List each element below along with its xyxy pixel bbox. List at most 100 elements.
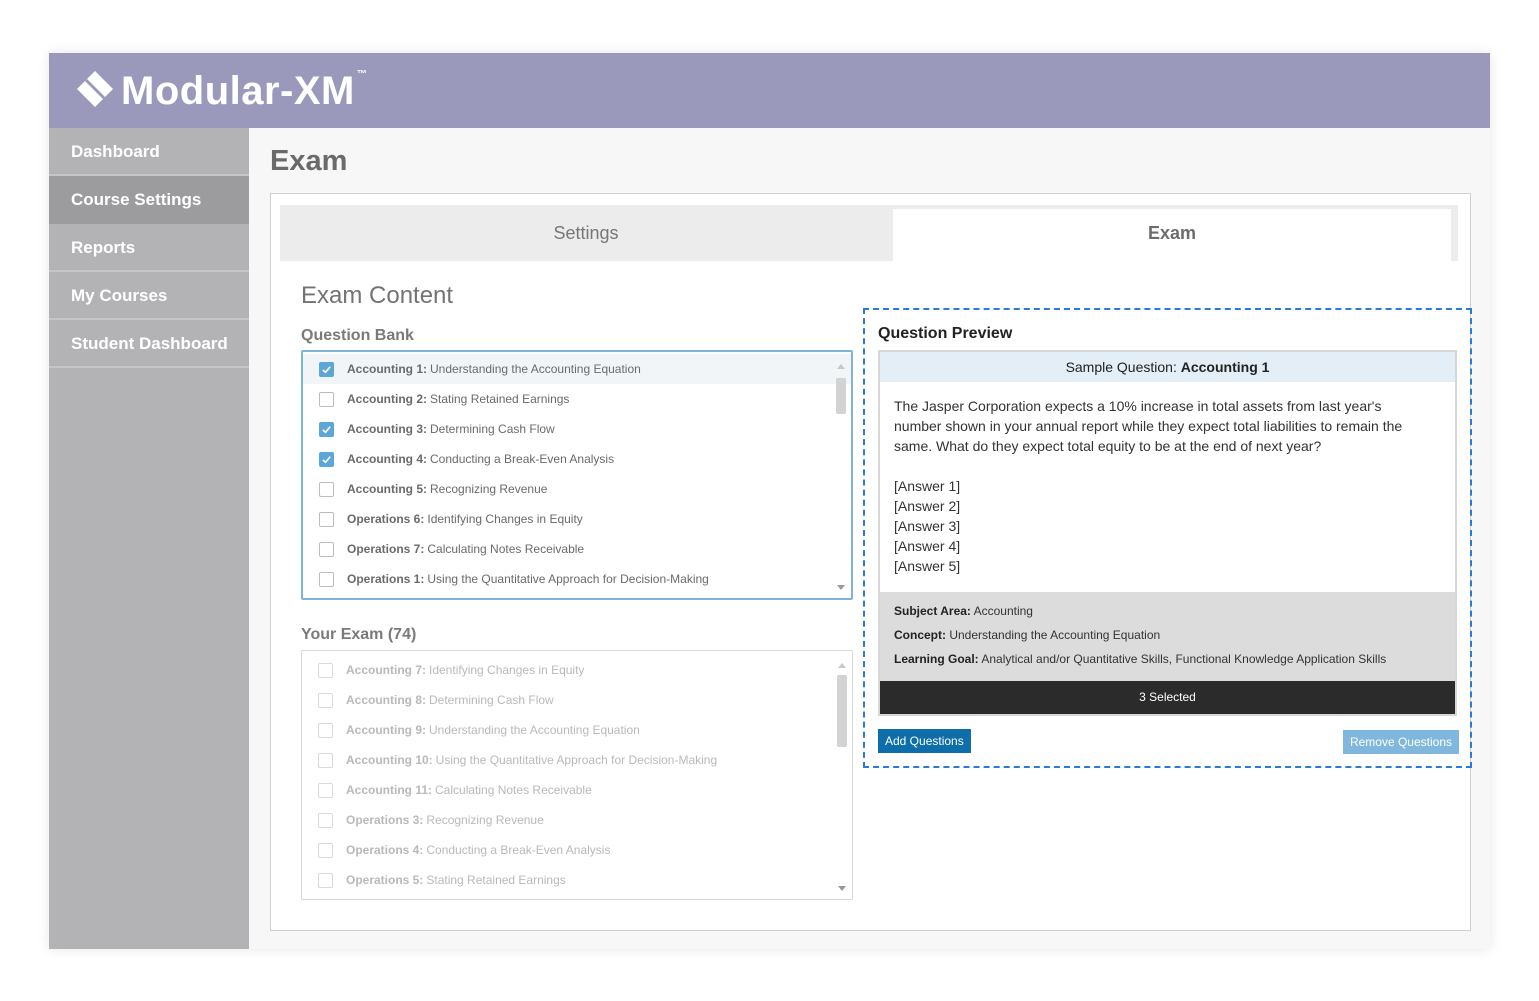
- scroll-down-arrow-icon[interactable]: [838, 886, 846, 891]
- question-title: Determining Cash Flow: [429, 693, 554, 707]
- diamond-logo-icon: [73, 67, 117, 116]
- checkbox-icon[interactable]: [319, 541, 334, 557]
- page-title: Exam: [270, 145, 348, 177]
- question-title: Identifying Changes in Equity: [429, 663, 585, 677]
- question-id: Operations 6:: [347, 512, 425, 526]
- question-bank-list[interactable]: Accounting 1: Understanding the Accountin…: [301, 350, 853, 600]
- question-title: Understanding the Accounting Equation: [430, 362, 641, 376]
- trademark-symbol: ™: [356, 69, 367, 80]
- your-exam-list[interactable]: Accounting 7: Identifying Changes in Equi…: [301, 650, 853, 900]
- scroll-thumb[interactable]: [836, 378, 846, 414]
- preview-header-prefix: Sample Question:: [1065, 359, 1177, 375]
- question-id: Accounting 11:: [346, 783, 433, 797]
- question-title: Calculating Notes Receivable: [427, 542, 585, 556]
- question-line: same. What do they expect total equity t…: [894, 438, 1322, 454]
- checkbox-icon[interactable]: [318, 812, 333, 828]
- checkbox-icon[interactable]: [319, 571, 334, 587]
- question-line: The Jasper Corporation expects a 10% inc…: [894, 398, 1382, 414]
- learning-goal-value: Analytical and/or Quantitative Skills, F…: [981, 652, 1387, 666]
- preview-header: Sample Question: Accounting 1: [880, 352, 1455, 382]
- scroll-up-arrow-icon[interactable]: [838, 663, 846, 668]
- question-title: Conducting a Break-Even Analysis: [426, 843, 611, 857]
- app-window: Modular-XM ™ Dashboard Course Settings R…: [49, 53, 1490, 949]
- question-title: Stating Retained Earnings: [430, 392, 570, 406]
- remove-questions-button[interactable]: Remove Questions: [1342, 730, 1459, 754]
- list-item[interactable]: Operations 5: Stating Retained Earnings: [302, 865, 852, 895]
- answer-item: [Answer 3]: [894, 518, 961, 534]
- list-item[interactable]: Accounting 1: Understanding the Accountin…: [303, 354, 851, 384]
- checkbox-icon[interactable]: [319, 391, 334, 407]
- checkbox-icon[interactable]: [318, 752, 333, 768]
- sidebar-item-student-dashboard[interactable]: Student Dashboard: [49, 320, 249, 368]
- checkbox-checked-icon[interactable]: [319, 421, 334, 437]
- list-item[interactable]: Operations 4: Conducting a Break-Even Ana…: [302, 835, 852, 865]
- question-title: Recognizing Revenue: [426, 813, 544, 827]
- question-id: Accounting 10:: [346, 753, 433, 767]
- question-id: Accounting 9:: [346, 723, 426, 737]
- question-id: Operations 4:: [346, 843, 424, 857]
- answer-item: [Answer 1]: [894, 478, 961, 494]
- sidebar-item-reports[interactable]: Reports: [49, 224, 249, 272]
- list-item[interactable]: Accounting 9: Understanding the Accountin…: [302, 715, 852, 745]
- question-metadata: Subject Area: Accounting Concept: Unders…: [880, 592, 1455, 681]
- checkbox-icon[interactable]: [318, 842, 333, 858]
- question-preview-area: Question Preview Sample Question: Accoun…: [863, 308, 1472, 768]
- question-id: Accounting 3:: [347, 422, 427, 436]
- question-title: Conducting a Break-Even Analysis: [430, 452, 615, 466]
- checkbox-icon[interactable]: [318, 782, 333, 798]
- list-item[interactable]: Accounting 7: Identifying Changes in Equi…: [302, 655, 852, 685]
- question-id: Accounting 1:: [347, 362, 427, 376]
- list-item[interactable]: Accounting 11: Calculating Notes Receivab…: [302, 775, 852, 805]
- question-id: Operations 3:: [346, 813, 424, 827]
- list-item[interactable]: Operations 3: Recognizing Revenue: [302, 805, 852, 835]
- answers-list: [Answer 1] [Answer 2] [Answer 3] [Answer…: [894, 476, 1441, 576]
- tab-exam[interactable]: Exam: [893, 209, 1451, 261]
- question-title: Using the Quantitative Approach for Deci…: [427, 572, 709, 586]
- checkbox-checked-icon[interactable]: [319, 451, 334, 467]
- concept-label: Concept:: [894, 628, 946, 642]
- checkbox-icon[interactable]: [319, 481, 334, 497]
- question-title: Using the Quantitative Approach for Deci…: [435, 753, 718, 767]
- sidebar-item-course-settings[interactable]: Course Settings: [49, 176, 249, 224]
- answer-item: [Answer 2]: [894, 498, 961, 514]
- question-title: Recognizing Revenue: [430, 482, 548, 496]
- list-item[interactable]: Accounting 10: Using the Quantitative App…: [302, 745, 852, 775]
- list-item[interactable]: Accounting 4: Conducting a Break-Even Ana…: [303, 444, 851, 474]
- checkbox-checked-icon[interactable]: [319, 361, 334, 377]
- scroll-up-arrow-icon[interactable]: [837, 364, 845, 369]
- list-item[interactable]: Accounting 5: Recognizing Revenue: [303, 474, 851, 504]
- question-preview-title: Question Preview: [878, 325, 1013, 342]
- logo[interactable]: Modular-XM ™: [73, 67, 367, 115]
- sidebar-item-dashboard[interactable]: Dashboard: [49, 128, 249, 176]
- list-item[interactable]: Accounting 8: Determining Cash Flow: [302, 685, 852, 715]
- list-item[interactable]: Operations 7: Calculating Notes Receivabl…: [303, 534, 851, 564]
- list-item[interactable]: Operations 6: Identifying Changes in Equi…: [303, 504, 851, 534]
- checkbox-icon[interactable]: [318, 872, 333, 888]
- question-id: Accounting 5:: [347, 482, 427, 496]
- preview-body: The Jasper Corporation expects a 10% inc…: [880, 382, 1455, 576]
- answer-item: [Answer 5]: [894, 558, 961, 574]
- scroll-thumb[interactable]: [837, 675, 847, 747]
- checkbox-icon[interactable]: [318, 662, 333, 678]
- your-exam-scrollbar[interactable]: [836, 659, 848, 893]
- question-bank-scrollbar[interactable]: [835, 360, 847, 592]
- list-item[interactable]: Accounting 2: Stating Retained Earnings: [303, 384, 851, 414]
- exam-content-title: Exam Content: [301, 282, 454, 309]
- list-item[interactable]: Operations 1: Using the Quantitative Appr…: [303, 564, 851, 594]
- subject-area-value: Accounting: [973, 604, 1033, 618]
- checkbox-icon[interactable]: [319, 511, 334, 527]
- exam-card: Settings Exam Exam Content Question Bank…: [270, 193, 1472, 931]
- tab-settings[interactable]: Settings: [280, 205, 892, 261]
- scroll-down-arrow-icon[interactable]: [837, 585, 845, 590]
- checkbox-icon[interactable]: [318, 692, 333, 708]
- question-title: Calculating Notes Receivable: [435, 783, 592, 797]
- question-id: Operations 7:: [347, 542, 425, 556]
- question-id: Operations 1:: [347, 572, 425, 586]
- your-exam-label: Your Exam (74): [301, 626, 417, 643]
- checkbox-icon[interactable]: [318, 722, 333, 738]
- add-questions-button[interactable]: Add Questions: [878, 729, 971, 753]
- subject-area-row: Subject Area: Accounting: [894, 602, 1441, 626]
- list-item[interactable]: Accounting 3: Determining Cash Flow: [303, 414, 851, 444]
- question-id: Accounting 8:: [346, 693, 426, 707]
- sidebar-item-my-courses[interactable]: My Courses: [49, 272, 249, 320]
